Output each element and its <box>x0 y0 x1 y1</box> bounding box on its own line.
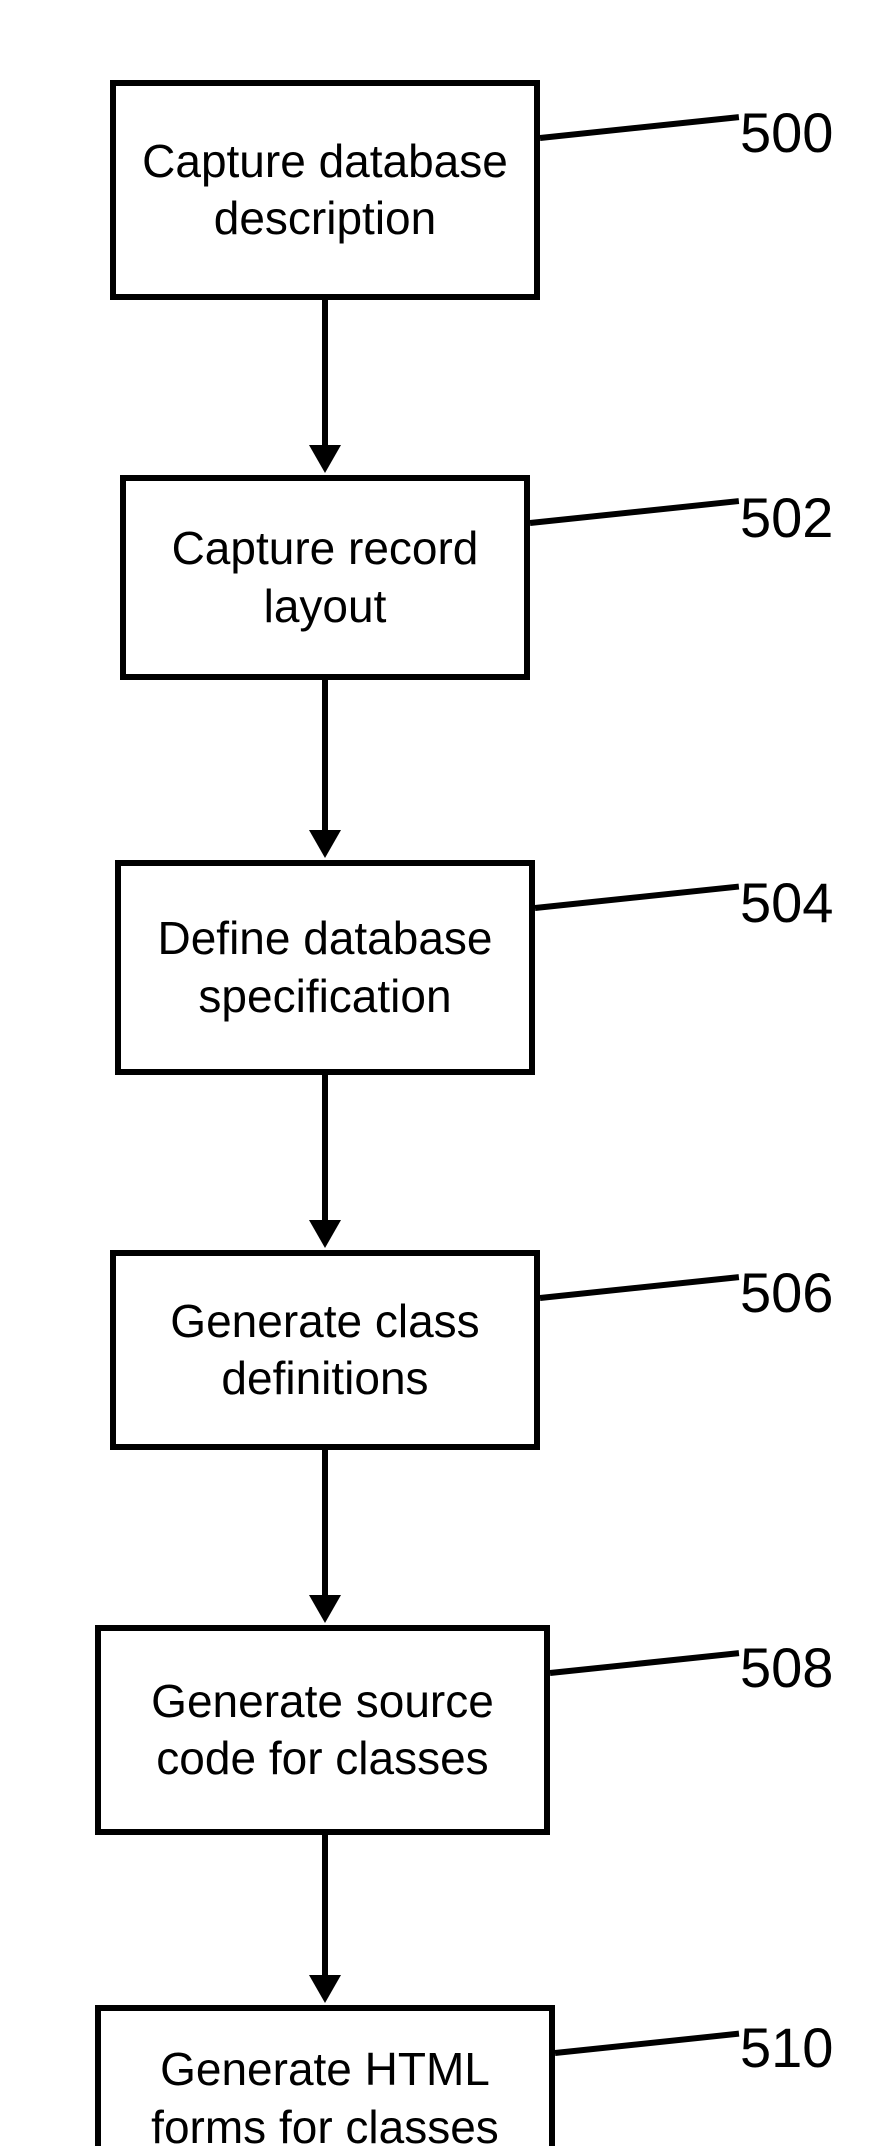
ref-label-500: 500 <box>740 100 833 165</box>
arrow-head-icon <box>309 1220 341 1248</box>
arrow-shaft <box>322 1835 328 1975</box>
ref-label-510: 510 <box>740 2015 833 2080</box>
box-text: Capture database description <box>136 133 514 248</box>
arrow-shaft <box>322 1450 328 1595</box>
ref-label-508: 508 <box>740 1635 833 1700</box>
arrow-head-icon <box>309 830 341 858</box>
box-text: Capture record layout <box>146 520 504 635</box>
process-capture-db-description: Capture database description <box>110 80 540 300</box>
process-capture-record-layout: Capture record layout <box>120 475 530 680</box>
callout-line-502 <box>530 498 739 526</box>
arrow-shaft <box>322 680 328 830</box>
arrow-head-icon <box>309 1595 341 1623</box>
flowchart-canvas: Capture database description 500 Capture… <box>0 0 870 2146</box>
callout-line-500 <box>540 114 740 141</box>
callout-line-510 <box>555 2031 740 2056</box>
arrow-head-icon <box>309 1975 341 2003</box>
arrow-shaft <box>322 1075 328 1220</box>
arrow-shaft <box>322 300 328 445</box>
process-generate-class-defs: Generate class definitions <box>110 1250 540 1450</box>
box-text: Define database specification <box>141 910 509 1025</box>
callout-line-508 <box>550 1650 740 1676</box>
box-text: Generate HTML forms for classes <box>121 2041 529 2146</box>
callout-line-506 <box>540 1274 740 1301</box>
process-generate-html-forms: Generate HTML forms for classes <box>95 2005 555 2146</box>
box-text: Generate source code for classes <box>121 1673 524 1788</box>
box-text: Generate class definitions <box>136 1293 514 1408</box>
ref-label-506: 506 <box>740 1260 833 1325</box>
arrow-head-icon <box>309 445 341 473</box>
ref-label-504: 504 <box>740 870 833 935</box>
process-define-db-spec: Define database specification <box>115 860 535 1075</box>
callout-line-504 <box>535 884 740 911</box>
ref-label-502: 502 <box>740 485 833 550</box>
process-generate-source-code: Generate source code for classes <box>95 1625 550 1835</box>
